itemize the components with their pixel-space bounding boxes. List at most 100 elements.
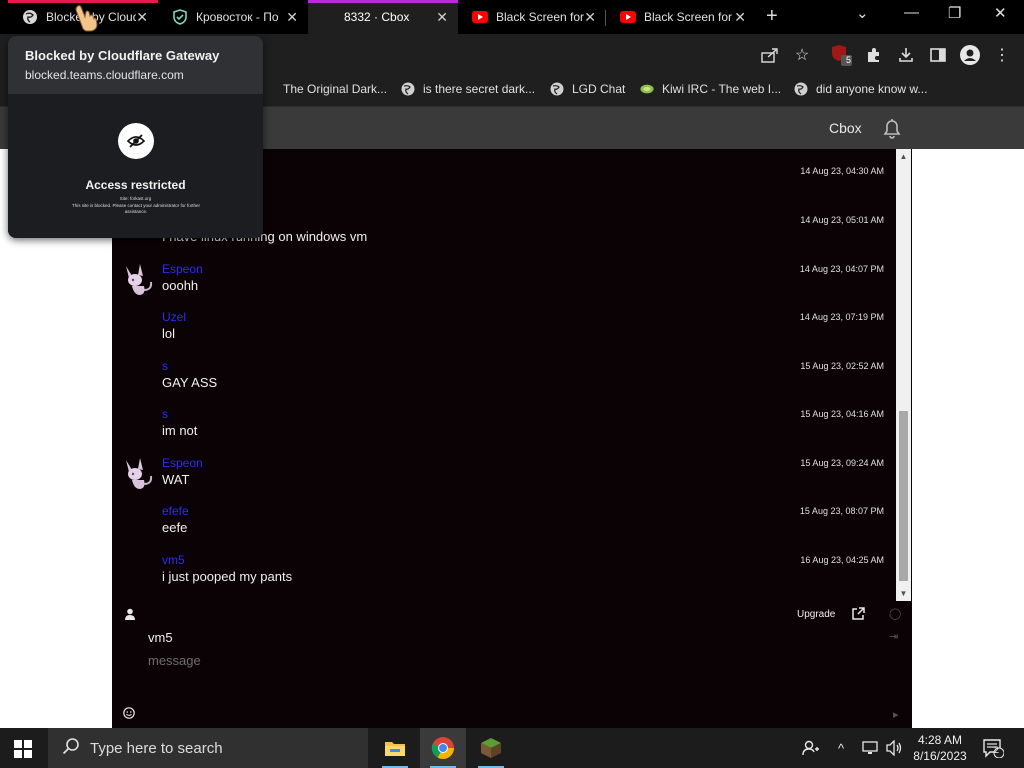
espeon-avatar[interactable] (120, 456, 156, 492)
windows-taskbar: Type here to search ^ 4:28 AM 8/16/2023 … (0, 728, 1024, 768)
youtube-icon (620, 9, 636, 25)
minimize-button[interactable]: — (904, 4, 919, 21)
message-text: ooohh (162, 278, 199, 293)
scroll-down-arrow-icon[interactable]: ▼ (899, 589, 908, 598)
send-arrow-icon[interactable]: ▸ (893, 708, 899, 721)
tab-youtube-2[interactable]: Black Screen for ✕ (606, 0, 756, 34)
espeon-avatar[interactable] (120, 262, 156, 298)
share-icon[interactable] (758, 43, 782, 67)
scrollbar-thumb[interactable] (899, 411, 908, 581)
scroll-up-arrow-icon[interactable]: ▲ (899, 152, 908, 161)
kiwi-icon (640, 82, 654, 96)
bookmark-item[interactable]: Kiwi IRC - The web I... (640, 82, 781, 96)
message-text: i just pooped my pants (162, 569, 293, 584)
message-author[interactable]: s (162, 407, 168, 421)
blocked-note: This site is blocked. Please contact you… (71, 203, 201, 214)
message-time: 14 Aug 23, 05:01 AM (800, 215, 884, 225)
user-icon[interactable] (124, 607, 136, 625)
bookmark-label: is there secret dark... (423, 82, 536, 96)
message-author[interactable]: Espeon (162, 262, 203, 276)
message-time: 14 Aug 23, 04:30 AM (800, 166, 884, 176)
search-placeholder: Type here to search (90, 739, 223, 757)
tab-cbox[interactable]: 8332 · Cbox ✕ (308, 0, 458, 34)
globe-icon (401, 82, 415, 96)
shield-icon (172, 9, 188, 25)
upgrade-link[interactable]: Upgrade (797, 609, 835, 620)
login-icon[interactable]: ⇥ (889, 630, 898, 643)
chat-message: Uzel lol 14 Aug 23, 07:19 PM (112, 310, 902, 358)
close-tab-icon[interactable]: ✕ (584, 9, 596, 26)
blocked-site-label: Site: forkast.org (119, 196, 152, 201)
message-time: 14 Aug 23, 04:07 PM (799, 264, 884, 274)
close-tab-icon[interactable]: ✕ (136, 9, 148, 26)
message-text: im not (162, 423, 198, 438)
people-icon[interactable] (802, 728, 820, 768)
clock-time: 4:28 AM (917, 733, 963, 747)
windows-start-icon[interactable] (14, 740, 32, 763)
hand-cursor-icon (74, 4, 100, 37)
tab-accent (308, 0, 458, 3)
bookmark-item[interactable]: LGD Chat (550, 82, 625, 96)
message-author[interactable]: vm5 (162, 553, 185, 567)
tab-search-icon[interactable]: ⌄ (856, 4, 869, 22)
hover-card-url: blocked.teams.cloudflare.com (25, 68, 184, 82)
message-time: 16 Aug 23, 04:25 AM (800, 555, 884, 565)
download-icon[interactable] (894, 43, 918, 67)
bookmark-item[interactable]: did anyone know w... (794, 82, 927, 96)
minecraft-button[interactable] (468, 728, 514, 768)
bookmark-item[interactable]: is there secret dark... (401, 82, 535, 96)
tab-title: 8332 · Cbox (344, 10, 410, 24)
message-time: 15 Aug 23, 08:07 PM (799, 506, 884, 516)
message-text: eefe (162, 520, 188, 535)
bookmark-label: The Original Dark... (283, 82, 388, 96)
file-explorer-button[interactable] (372, 728, 418, 768)
taskbar-search[interactable]: Type here to search (48, 728, 368, 768)
globe-icon (550, 82, 564, 96)
bookmark-item[interactable]: The Original Dark... (283, 82, 387, 96)
chat-message: Espeon ooohh 14 Aug 23, 04:07 PM (112, 262, 902, 310)
message-text: GAY ASS (162, 375, 218, 390)
tab-title: Black Screen for (496, 10, 585, 24)
chat-message: s im not 15 Aug 23, 04:16 AM (112, 407, 902, 455)
restore-button[interactable]: ❐ (948, 4, 961, 22)
system-clock[interactable]: 4:28 AM 8/16/2023 (908, 732, 972, 764)
chevron-up-icon[interactable]: ^ (838, 728, 844, 768)
side-panel-icon[interactable] (926, 43, 950, 67)
volume-icon[interactable] (885, 728, 903, 768)
tab-title: Кровосток - По (196, 10, 279, 24)
tab-youtube-1[interactable]: Black Screen for ✕ (458, 0, 606, 34)
bookmark-star-icon[interactable]: ☆ (790, 43, 814, 67)
notification-center-icon[interactable]: 2 (982, 728, 1004, 768)
chrome-button[interactable] (420, 728, 466, 768)
hover-card-preview (8, 94, 263, 238)
close-tab-icon[interactable]: ✕ (436, 9, 448, 26)
message-author[interactable]: Espeon (162, 456, 203, 470)
chat-message: efefe eefe 15 Aug 23, 08:07 PM (112, 504, 902, 552)
profile-avatar-icon[interactable] (958, 43, 982, 67)
close-tab-icon[interactable]: ✕ (286, 9, 298, 26)
network-icon[interactable] (862, 728, 880, 768)
message-text: WAT (162, 472, 190, 487)
tab-krovostok[interactable]: Кровосток - По ✕ (158, 0, 308, 34)
chat-scrollbar[interactable]: ▲ ▼ (896, 149, 911, 601)
refresh-icon[interactable]: ◯ (889, 607, 901, 620)
emoji-icon[interactable] (123, 706, 135, 724)
ublock-extension-icon[interactable]: 5 (830, 43, 854, 67)
new-tab-button[interactable]: + (766, 5, 778, 28)
cbox-brand[interactable]: Cbox (829, 120, 862, 136)
extensions-puzzle-icon[interactable] (862, 43, 886, 67)
bell-icon[interactable] (880, 116, 904, 145)
message-author[interactable]: efefe (162, 504, 189, 518)
access-restricted-heading: Access restricted (85, 178, 186, 192)
message-input[interactable] (144, 650, 852, 670)
close-window-button[interactable]: ✕ (994, 4, 1007, 22)
menu-kebab-icon[interactable]: ⋮ (990, 43, 1014, 67)
message-author[interactable]: Uzel (162, 310, 186, 324)
external-link-icon[interactable] (851, 607, 865, 626)
message-time: 15 Aug 23, 02:52 AM (800, 361, 884, 371)
tab-strip: Blocked by Cloudflare Gateway ✕ Кровосто… (0, 0, 1024, 34)
username-field[interactable]: vm5 (148, 630, 173, 645)
tab-title: Black Screen for (644, 10, 733, 24)
close-tab-icon[interactable]: ✕ (734, 9, 746, 26)
message-author[interactable]: s (162, 359, 168, 373)
